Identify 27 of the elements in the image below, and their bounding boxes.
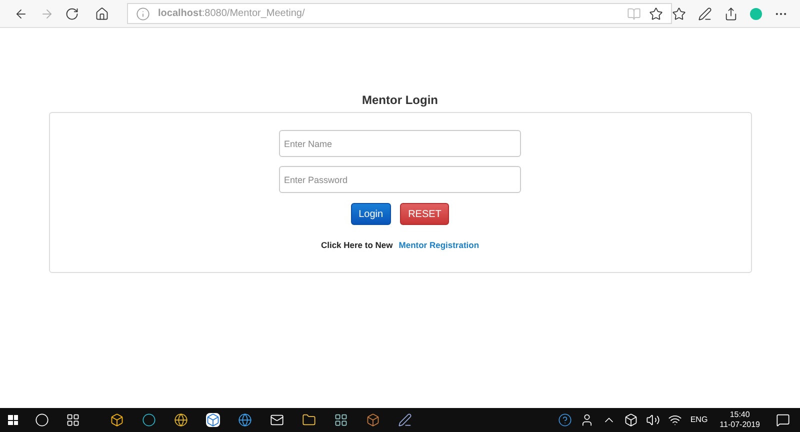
- browser-icon[interactable]: [174, 413, 188, 427]
- volume-icon[interactable]: [646, 413, 660, 427]
- registration-prompt: Click Here to New: [320, 239, 393, 252]
- clock-time[interactable]: 15:40: [730, 410, 750, 420]
- language-indicator[interactable]: ENG: [690, 414, 708, 426]
- address-bar[interactable]: localhost:8080/Mentor_Meeting/: [127, 3, 672, 24]
- windows-start-icon[interactable]: [8, 415, 18, 425]
- help-icon[interactable]: [558, 413, 572, 427]
- folder-icon[interactable]: [302, 413, 316, 427]
- info-icon: [136, 6, 150, 20]
- input-field[interactable]: Enter Name: [279, 130, 521, 157]
- mail-icon[interactable]: [270, 413, 284, 427]
- input-field[interactable]: Enter Password: [279, 166, 521, 193]
- star-icon[interactable]: [648, 6, 663, 20]
- notifications-icon[interactable]: [776, 413, 790, 427]
- url-text: localhost:8080/Mentor_Meeting/: [158, 7, 305, 21]
- reset-button[interactable]: RESET: [400, 203, 450, 225]
- people-icon[interactable]: [580, 413, 594, 427]
- registration-link[interactable]: Mentor Registration: [398, 239, 480, 252]
- pen-icon[interactable]: [698, 6, 712, 20]
- clock-date[interactable]: 11-07-2019: [720, 420, 760, 430]
- share-icon[interactable]: [724, 6, 738, 20]
- login-title: Mentor Login: [362, 92, 438, 109]
- favorites-icon[interactable]: [672, 6, 686, 20]
- task-view-icon[interactable]: [66, 413, 80, 427]
- search-icon[interactable]: [35, 413, 49, 427]
- login-button[interactable]: Login: [350, 203, 392, 225]
